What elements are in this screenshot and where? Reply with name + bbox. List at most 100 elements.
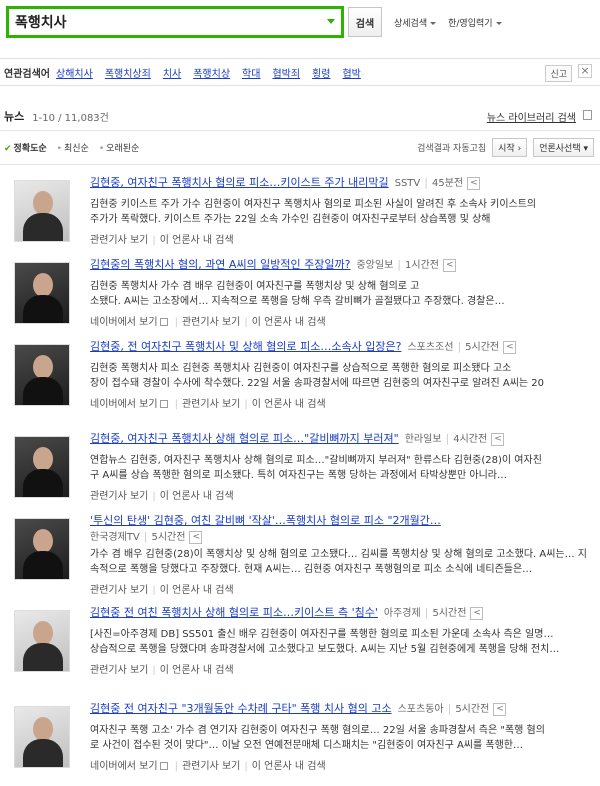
report-button[interactable]: 신고 (545, 65, 572, 82)
note-icon (159, 762, 168, 770)
search-box[interactable] (6, 6, 344, 38)
related-keyword[interactable]: 협박죄 (272, 65, 300, 80)
news-title-link[interactable]: 김현중, 여자친구 폭행치사 상해 혐의로 피소…"갈비뼈까지 부러져" (90, 432, 399, 445)
related-label: 연관검색어 (4, 68, 50, 80)
advanced-search-link[interactable]: 상세검색 (394, 16, 437, 29)
naver-view-link[interactable]: 네이버에서 보기 (90, 317, 158, 328)
ime-label: 한/영입력기 (448, 18, 493, 29)
press-name[interactable]: 한라일보 (405, 434, 442, 445)
press-search-link[interactable]: 이 언론사 내 검색 (160, 665, 234, 676)
news-title-link[interactable]: 김현중 전 여친 폭행치사 상해 혐의로 피소…키이스트 측 '침수' (90, 606, 378, 619)
close-icon[interactable]: × (578, 64, 592, 78)
news-item: 김현중 전 여자친구 "3개월동안 수차례 구타" 폭행 치사 혐의 고소 스포츠… (14, 702, 592, 774)
news-description: 여자친구 폭행 고소' 가수 겸 연기자 김현중이 여자친구 폭행 혐의로… 2… (90, 725, 545, 751)
related-articles-link[interactable]: 관련기사 보기 (90, 235, 148, 246)
news-description: [사진=아주경제 DB] SS501 출신 배우 김현중이 여자친구를 폭행한 … (90, 629, 560, 655)
news-time: 4시간전 (453, 434, 488, 445)
share-icon[interactable] (470, 606, 484, 620)
news-title-link[interactable]: 김현중 전 여자친구 "3개월동안 수차례 구타" 폭행 치사 혐의 고소 (90, 702, 392, 715)
news-item: 김현중, 여자친구 폭행치사 상해 혐의로 피소…"갈비뼈까지 부러져" 한라일보… (14, 432, 592, 504)
press-name[interactable]: 아주경제 (384, 608, 421, 619)
related-articles-link[interactable]: 관련기사 보기 (182, 317, 240, 328)
news-time: 5시간전 (432, 608, 467, 619)
naver-view-link[interactable]: 네이버에서 보기 (90, 761, 158, 772)
press-name[interactable]: 중앙일보 (356, 260, 393, 271)
naver-view-link[interactable]: 네이버에서 보기 (90, 399, 158, 410)
press-search-link[interactable]: 이 언론사 내 검색 (160, 585, 234, 596)
related-articles-link[interactable]: 관련기사 보기 (182, 761, 240, 772)
related-keyword[interactable]: 협박 (342, 65, 360, 80)
press-name[interactable]: 스포츠동아 (398, 704, 444, 715)
related-articles-link[interactable]: 관련기사 보기 (182, 399, 240, 410)
news-description: 연합뉴스 김현중, 여자친구 폭행치사 상해 혐의로 피소…"갈비뼈까지 부러져… (90, 455, 542, 481)
press-name[interactable]: SSTV (395, 178, 421, 189)
related-keyword[interactable]: 폭행치상 (193, 65, 230, 80)
dropdown-arrow-icon (495, 21, 502, 25)
related-articles-link[interactable]: 관련기사 보기 (90, 665, 148, 676)
sort-option-accuracy[interactable]: ✔ 정확도순 (4, 141, 47, 154)
press-search-link[interactable]: 이 언론사 내 검색 (252, 761, 326, 772)
divider (0, 164, 600, 165)
news-description: 가수 겸 배우 김현중(28)이 폭행치상 및 상해 혐의로 고소됐다… 김씨를… (90, 549, 588, 575)
related-keyword[interactable]: 치사 (163, 65, 181, 80)
news-item: '투신의 탄생' 김현중, 여친 갈비뼈 '작살'…폭행치사 혐의로 피소 "2… (14, 514, 592, 596)
library-icon[interactable] (583, 110, 592, 120)
press-search-link[interactable]: 이 언론사 내 검색 (160, 235, 234, 246)
related-keyword[interactable]: 상해치사 (56, 65, 93, 80)
search-button[interactable]: 검색 (348, 7, 382, 37)
news-time: 5시간전 (455, 704, 490, 715)
press-search-link[interactable]: 이 언론사 내 검색 (160, 491, 234, 502)
news-title-link[interactable]: '투신의 탄생' 김현중, 여친 갈비뼈 '작살'…폭행치사 혐의로 피소 "2… (90, 514, 441, 527)
ime-toggle-link[interactable]: 한/영입력기 (448, 16, 502, 29)
news-thumbnail[interactable] (14, 262, 70, 324)
news-time: 5시간전 (151, 532, 186, 543)
dropdown-arrow-icon (430, 21, 437, 25)
related-keyword[interactable]: 폭행치상죄 (105, 65, 151, 80)
sort-option-oldest[interactable]: • 오래된순 (99, 141, 139, 154)
press-name[interactable]: 스포츠조선 (407, 342, 453, 353)
share-icon[interactable] (493, 702, 507, 716)
press-search-link[interactable]: 이 언론사 내 검색 (252, 317, 326, 328)
news-description: 김현중 키이스트 주가 가수 김현중이 여자친구 폭행치사 혐의로 피소된 사실… (90, 199, 537, 225)
news-library-link[interactable]: 뉴스 라이브러리 검색 (487, 109, 576, 124)
share-icon[interactable] (442, 258, 456, 272)
share-icon[interactable] (467, 176, 481, 190)
press-name[interactable]: 한국경제TV (90, 532, 140, 543)
news-section-title: 뉴스 (4, 110, 25, 123)
news-thumbnail[interactable] (14, 180, 70, 242)
news-title-link[interactable]: 김현중의 폭행치사 혐의, 과연 A씨의 일방적인 주장일까? (90, 258, 350, 271)
share-icon[interactable] (503, 340, 517, 354)
related-articles-link[interactable]: 관련기사 보기 (90, 585, 148, 596)
auto-refresh-start-button[interactable]: 시작 › (492, 137, 528, 157)
press-search-link[interactable]: 이 언론사 내 검색 (252, 399, 326, 410)
related-articles-link[interactable]: 관련기사 보기 (90, 491, 148, 502)
news-thumbnail[interactable] (14, 344, 70, 406)
sort-row: ✔ 정확도순 • 최신순 • 오래된순 검색결과 자동고침 시작 › 언론사선택 ▾ (4, 137, 594, 157)
sort-option-latest[interactable]: • 최신순 (57, 141, 89, 154)
divider (0, 130, 600, 131)
autocomplete-arrow-icon[interactable] (327, 19, 335, 24)
news-title-link[interactable]: 김현중, 전 여자친구 폭행치사 및 상해 혐의로 피소…소속사 입장은? (90, 340, 401, 353)
news-time: 5시간전 (465, 342, 500, 353)
advanced-search-label: 상세검색 (394, 18, 428, 29)
news-item: 김현중의 폭행치사 혐의, 과연 A씨의 일방적인 주장일까? 중앙일보 | 1시간전… (14, 258, 592, 330)
news-thumbnail[interactable] (14, 610, 70, 672)
press-select-button[interactable]: 언론사선택 ▾ (533, 137, 594, 157)
share-icon[interactable] (491, 432, 505, 446)
search-row: 검색 상세검색 한/영입력기 (6, 6, 594, 38)
related-keyword[interactable]: 횡령 (312, 65, 330, 80)
news-item: 김현중, 전 여자친구 폭행치사 및 상해 혐의로 피소…소속사 입장은? 스포츠… (14, 340, 592, 420)
share-icon[interactable] (189, 530, 203, 544)
news-description: 김현중 폭행치사 피소 김현중 폭행치사 김현중이 여자친구를 상습적으로 폭행… (90, 363, 544, 389)
note-icon (159, 400, 168, 408)
news-thumbnail[interactable] (14, 706, 70, 768)
related-keyword[interactable]: 학대 (242, 65, 260, 80)
news-thumbnail[interactable] (14, 436, 70, 498)
news-title-link[interactable]: 김현중, 여자친구 폭행치사 혐의로 피소…키이스트 주가 내리막길 (90, 176, 389, 189)
news-time: 45분전 (431, 178, 464, 189)
news-item: 김현중, 여자친구 폭행치사 혐의로 피소…키이스트 주가 내리막길 SSTV | 4… (14, 176, 592, 248)
news-time: 1시간전 (405, 260, 439, 271)
sort-controls: 검색결과 자동고침 시작 › 언론사선택 ▾ (417, 137, 594, 157)
news-thumbnail[interactable] (14, 518, 70, 580)
search-input[interactable] (15, 14, 315, 30)
